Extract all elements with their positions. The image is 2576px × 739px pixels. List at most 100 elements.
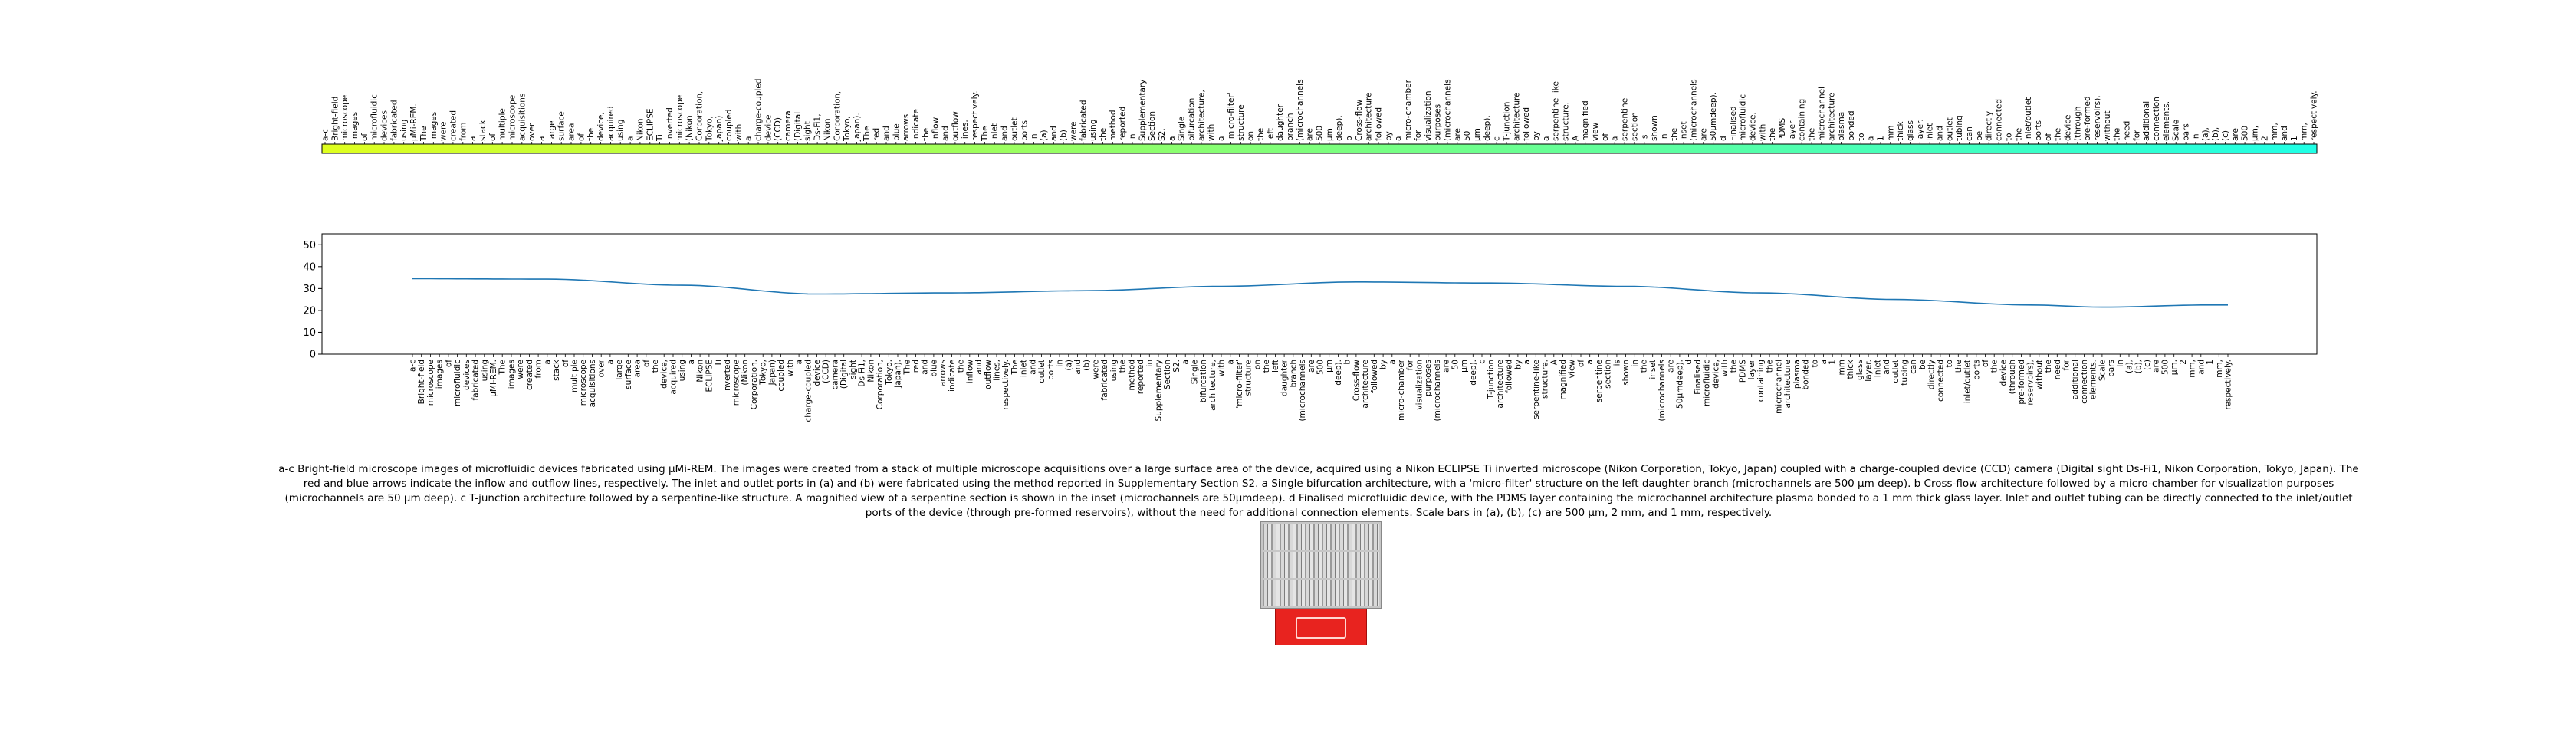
x-tick-label: are — [1307, 360, 1316, 373]
colorbar-word-labels: a-c Bright-field microscope images of microfl… — [321, 79, 2319, 142]
colorbar-word-label: Nikon — [636, 118, 645, 141]
colorbar-word-label: ports — [2034, 120, 2043, 141]
x-tick-label: with — [1720, 360, 1730, 376]
colorbar-word-label: (microchannels — [1443, 79, 1452, 141]
x-tick-label: (Digital — [840, 360, 849, 389]
x-tick-label: reported — [1136, 360, 1145, 394]
x-tick-label: branch — [1289, 360, 1298, 388]
x-tick-label: area — [633, 360, 642, 377]
colorbar-word-label: magnified — [1581, 100, 1590, 141]
x-tick-label: were — [1091, 360, 1100, 379]
x-tick-label: Finalised — [1694, 360, 1703, 395]
x-tick-label: red — [912, 360, 921, 373]
colorbar-word-label: sight — [803, 121, 813, 141]
x-tick-label: are — [2152, 360, 2161, 373]
colorbar-word-label: the — [2054, 128, 2063, 141]
x-tick-label: microchannel — [1774, 360, 1783, 414]
colorbar-word-label: in — [1129, 133, 1138, 141]
colorbar-word-label: and — [1936, 126, 1945, 141]
x-tick-label: µm, — [2170, 360, 2179, 375]
colorbar-word-label: were — [439, 121, 449, 141]
x-tick-label: Corporation, — [876, 360, 885, 409]
x-tick-label: Nikon — [866, 360, 876, 383]
colorbar-word-label: micro-chamber — [1404, 79, 1413, 141]
x-tick-label: inlet — [1020, 360, 1029, 377]
colorbar-word-label: without — [2103, 111, 2112, 141]
x-tick-label: reservoirs), — [2026, 360, 2036, 406]
colorbar-word-label: d — [1719, 136, 1728, 141]
colorbar-strip — [321, 143, 2318, 154]
x-tick-label: thick — [1846, 359, 1855, 379]
x-tick-label: Supplementary — [1155, 360, 1164, 421]
x-tick-label: Ds-Fi1, — [858, 360, 867, 387]
x-tick-label: device, — [660, 360, 669, 389]
colorbar-word-label: (a) — [1040, 130, 1049, 141]
colorbar-word-label: Supplementary — [1138, 80, 1147, 141]
x-tick-label: A — [1549, 359, 1559, 365]
colorbar-word-label: connected — [1995, 99, 2004, 141]
x-tick-label: Tokyo, — [759, 360, 768, 386]
colorbar-word-label: Cross-flow — [1355, 99, 1364, 141]
x-tick-label: of — [642, 360, 651, 367]
microscope-image-panel — [1260, 521, 1382, 609]
colorbar-word-label: outlet — [1945, 117, 1954, 141]
colorbar-word-label: by — [1384, 131, 1393, 141]
device-outline — [1296, 617, 1346, 639]
colorbar-word-label: bonded — [1847, 110, 1856, 141]
x-tick-label: deep). — [1334, 360, 1343, 386]
x-tick-label: need — [2053, 360, 2062, 379]
colorbar-word-label: method — [1109, 110, 1118, 141]
x-tick-label: d — [1684, 360, 1694, 365]
colorbar-word-label: the — [2014, 128, 2023, 141]
colorbar-word-label: is — [1640, 135, 1649, 141]
colorbar-word-label: of — [1601, 133, 1610, 141]
x-tick-label: in — [1631, 360, 1640, 367]
x-tick-label: shown — [1622, 360, 1631, 386]
colorbar-word-label: the — [1257, 128, 1266, 141]
colorbar-word-label: are — [1453, 128, 1462, 141]
colorbar-word-label: for — [1414, 130, 1423, 141]
colorbar-word-label: shown — [1650, 115, 1659, 141]
colorbar-word-label: 2 — [2260, 136, 2269, 141]
micrograph-strip — [1263, 580, 1379, 606]
x-tick-label: respectively. — [1001, 360, 1010, 410]
colorbar-word-label: and — [2280, 126, 2289, 141]
line-plot-frame — [321, 233, 2318, 355]
x-tick-label: a — [1226, 360, 1235, 364]
x-tick-label: T-junction — [1487, 360, 1496, 399]
x-tick-label: a — [1388, 360, 1397, 364]
micrograph-strip — [1263, 552, 1379, 578]
x-tick-label: (microchannels — [1658, 360, 1667, 422]
x-tick-label: images — [435, 360, 445, 389]
colorbar-word-label: were — [1070, 121, 1079, 141]
x-tick-label: images — [508, 360, 517, 389]
colorbar-word-label: acquired — [606, 106, 616, 141]
colorbar-word-label: surface — [557, 111, 567, 141]
colorbar-word-label: architecture, — [1197, 90, 1206, 141]
colorbar-word-label: in — [2191, 133, 2200, 141]
colorbar-word-label: the — [1099, 128, 1108, 141]
colorbar-word-label: device, — [596, 112, 606, 141]
colorbar-word-label: stack — [478, 119, 488, 141]
colorbar-word-label: Ti — [656, 134, 665, 142]
colorbar-word-label: microfluidic — [1739, 94, 1748, 141]
colorbar-word-label: (c) — [2221, 130, 2230, 141]
x-tick-label: 1 — [1829, 360, 1838, 365]
colorbar-word-label: using — [399, 120, 409, 141]
colorbar-word-label: µm — [1473, 128, 1482, 141]
colorbar-word-label: mm, — [2270, 123, 2279, 141]
x-tick-label: for — [1406, 359, 1415, 370]
x-tick-label: Scale — [2098, 360, 2107, 381]
x-tick-label: coupled — [777, 360, 786, 392]
colorbar-word-label: architecture — [1365, 92, 1374, 141]
x-tick-label: Tokyo, — [885, 360, 894, 386]
colorbar-word-label: inverted — [665, 107, 675, 141]
x-tick-label: glass — [1855, 360, 1865, 380]
x-tick-label: a — [1523, 360, 1532, 364]
x-tick-label: method — [1127, 360, 1136, 391]
colorbar-word-label: directly — [1985, 111, 1994, 141]
colorbar-word-label: bifurcation — [1188, 98, 1197, 141]
x-tick-label: a — [1585, 360, 1595, 364]
colorbar-word-label: (b) — [1060, 130, 1069, 141]
colorbar-word-label: Nikon — [823, 118, 832, 141]
